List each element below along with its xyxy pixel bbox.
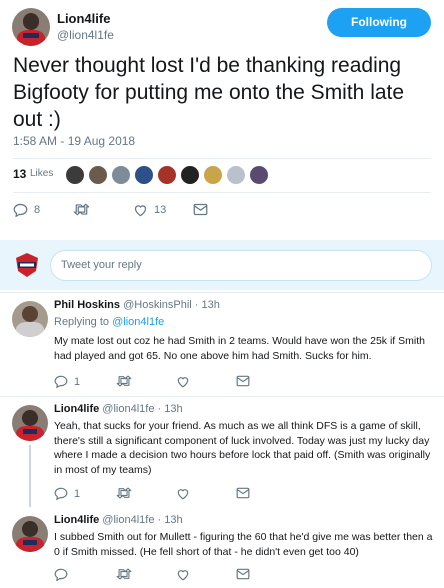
liker-avatar[interactable] xyxy=(134,165,154,185)
retweet-icon xyxy=(116,568,132,580)
dm-action[interactable] xyxy=(193,203,208,216)
reply-tweet[interactable]: Lion4life @lion4l1fe · 13h Yeah, that su… xyxy=(0,396,444,507)
liker-avatar[interactable] xyxy=(203,165,223,185)
reply-icon xyxy=(13,203,28,217)
reply-header: Lion4life @lion4l1fe · 13h xyxy=(54,403,183,415)
liker-avatar[interactable] xyxy=(226,165,246,185)
reply-text: My mate lost out coz he had Smith in 2 t… xyxy=(54,335,425,362)
reply-icon xyxy=(54,375,68,388)
retweet-icon xyxy=(116,487,132,499)
reply-count: 1 xyxy=(74,487,81,500)
reply-author-handle[interactable]: @lion4l1fe xyxy=(102,403,154,415)
replying-to-link[interactable]: @lion4l1fe xyxy=(112,316,164,328)
retweet-icon xyxy=(116,375,132,387)
tweet-timestamp[interactable]: 1:58 AM - 19 Aug 2018 xyxy=(13,134,135,148)
envelope-icon xyxy=(236,568,250,580)
user-logo[interactable] xyxy=(14,252,40,278)
like-action[interactable] xyxy=(176,487,190,500)
liker-avatar[interactable] xyxy=(111,165,131,185)
like-action[interactable] xyxy=(176,375,190,388)
reply-author-handle[interactable]: @lion4l1fe xyxy=(102,514,154,526)
retweet-action[interactable] xyxy=(116,568,132,580)
envelope-icon xyxy=(236,375,250,387)
liker-avatar[interactable] xyxy=(157,165,177,185)
author-handle[interactable]: @lion4l1fe xyxy=(57,28,114,42)
reply-action[interactable]: 1 xyxy=(54,487,80,500)
reply-author-name[interactable]: Phil Hoskins xyxy=(54,299,120,311)
like-action[interactable]: 13 xyxy=(133,203,166,217)
likes-label[interactable]: Likes xyxy=(30,168,53,179)
thread-line xyxy=(29,445,31,507)
reply-separator: · xyxy=(194,299,199,311)
reply-action[interactable]: 1 xyxy=(54,375,80,388)
reply-header: Lion4life @lion4l1fe · 13h xyxy=(54,514,183,526)
reply-time[interactable]: 13h xyxy=(164,514,182,526)
following-button[interactable]: Following xyxy=(327,8,431,37)
reply-tweet[interactable]: Phil Hoskins @HoskinsPhil · 13h Replying… xyxy=(0,292,444,396)
reply-action[interactable]: 8 xyxy=(13,203,40,217)
divider xyxy=(13,192,431,193)
like-action[interactable] xyxy=(176,568,190,581)
divider xyxy=(13,158,431,159)
reply-author-name[interactable]: Lion4life xyxy=(54,403,99,415)
likes-row: 13 Likes xyxy=(13,162,431,188)
reply-count: 8 xyxy=(34,204,41,216)
envelope-icon xyxy=(193,203,208,216)
likers-avatars xyxy=(65,162,272,188)
dm-action[interactable] xyxy=(236,375,250,387)
reply-text: I subbed Smith out for Mullett - figurin… xyxy=(54,531,433,558)
main-tweet: Lion4life @lion4l1fe Following Never tho… xyxy=(0,0,444,238)
reply-separator: · xyxy=(157,403,162,415)
reply-tweet[interactable]: Lion4life @lion4l1fe · 13h I subbed Smit… xyxy=(0,508,444,588)
retweet-icon xyxy=(73,203,90,216)
reply-avatar[interactable] xyxy=(12,301,48,337)
reply-icon xyxy=(54,568,68,581)
liker-avatar[interactable] xyxy=(249,165,269,185)
liker-avatar[interactable] xyxy=(88,165,108,185)
envelope-icon xyxy=(236,487,250,499)
heart-icon xyxy=(177,570,189,581)
reply-author-name[interactable]: Lion4life xyxy=(54,514,99,526)
likes-count[interactable]: 13 xyxy=(13,167,26,181)
dm-action[interactable] xyxy=(236,487,250,499)
heart-icon xyxy=(177,489,189,500)
like-count: 13 xyxy=(154,204,167,216)
reply-time[interactable]: 13h xyxy=(202,299,220,311)
reply-avatar[interactable] xyxy=(12,405,48,441)
retweet-action[interactable] xyxy=(116,487,132,499)
retweet-action[interactable] xyxy=(73,203,96,216)
replying-prefix: Replying to xyxy=(54,316,110,328)
dm-action[interactable] xyxy=(236,568,250,580)
heart-icon xyxy=(134,205,147,217)
reply-count: 1 xyxy=(74,375,81,388)
tweet-text: Never thought lost I'd be thanking readi… xyxy=(13,54,405,131)
reply-separator: · xyxy=(157,514,162,526)
author-avatar[interactable] xyxy=(12,8,50,46)
author-name[interactable]: Lion4life xyxy=(57,11,110,26)
liker-avatar[interactable] xyxy=(180,165,200,185)
reply-header: Phil Hoskins @HoskinsPhil · 13h xyxy=(54,299,220,311)
reply-text: Yeah, that sucks for your friend. As muc… xyxy=(54,420,431,476)
replying-to: Replying to @lion4l1fe xyxy=(54,316,164,328)
heart-icon xyxy=(177,377,189,388)
reply-composer: Tweet your reply xyxy=(0,240,444,290)
reply-input[interactable]: Tweet your reply xyxy=(50,250,432,281)
reply-icon xyxy=(54,487,68,500)
retweet-action[interactable] xyxy=(116,375,132,387)
reply-action[interactable] xyxy=(54,568,68,581)
reply-avatar[interactable] xyxy=(12,516,48,552)
reply-time[interactable]: 13h xyxy=(164,403,182,415)
reply-author-handle[interactable]: @HoskinsPhil xyxy=(123,299,192,311)
liker-avatar[interactable] xyxy=(65,165,85,185)
